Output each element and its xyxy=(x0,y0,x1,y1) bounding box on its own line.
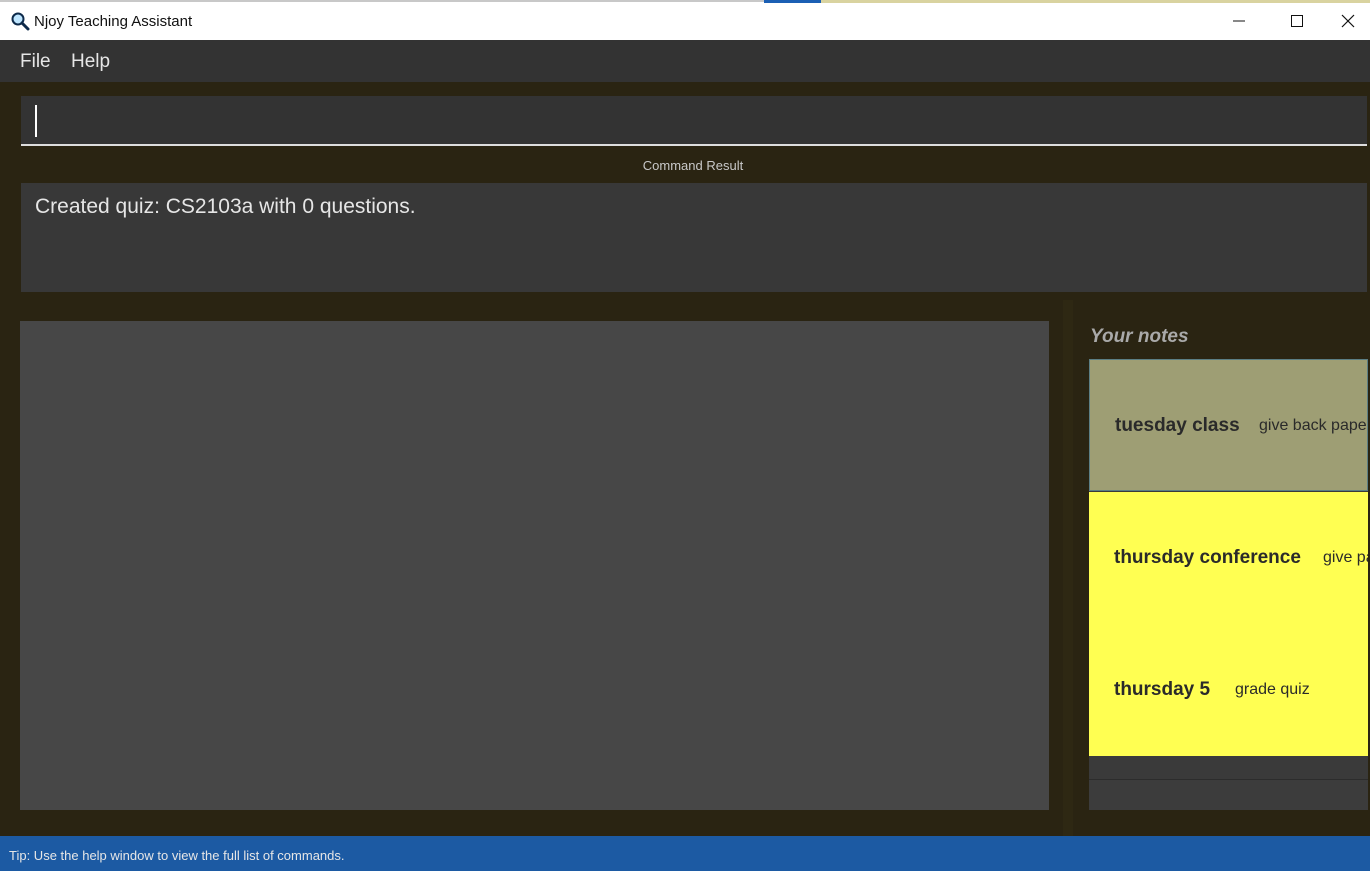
note-title: thursday conference xyxy=(1114,547,1301,568)
minimize-icon xyxy=(1233,20,1245,22)
close-button[interactable] xyxy=(1326,2,1370,40)
panel-divider xyxy=(1063,300,1073,836)
taskbar-accent xyxy=(764,0,821,3)
notes-heading: Your notes xyxy=(1090,326,1189,347)
menu-file[interactable]: File xyxy=(20,51,51,73)
status-bar: Tip: Use the help window to view the ful… xyxy=(0,836,1370,871)
app-icon xyxy=(10,11,30,31)
maximize-button[interactable] xyxy=(1268,2,1326,40)
note-body: give back papers xyxy=(1259,417,1368,434)
command-input[interactable] xyxy=(21,96,1367,146)
menu-bar: File Help xyxy=(0,40,1370,82)
note-body: give papers xyxy=(1323,549,1368,566)
notes-horizontal-scrollbar[interactable] xyxy=(1089,779,1368,810)
note-title: thursday 5 xyxy=(1114,679,1211,700)
note-card[interactable]: tuesday class give back papers xyxy=(1089,359,1368,491)
window-title: Njoy Teaching Assistant xyxy=(34,13,193,30)
main-display-panel xyxy=(20,321,1049,810)
text-caret xyxy=(35,105,37,137)
menu-help[interactable]: Help xyxy=(71,51,110,73)
command-result-label: Command Result xyxy=(642,158,744,173)
maximize-icon xyxy=(1291,15,1303,27)
note-body: grade quiz xyxy=(1235,681,1310,698)
command-result-text: Created quiz: CS2103a with 0 questions. xyxy=(35,195,416,218)
command-result-box: Created quiz: CS2103a with 0 questions. xyxy=(21,183,1367,292)
note-title: tuesday class xyxy=(1115,415,1240,436)
minimize-button[interactable] xyxy=(1210,2,1268,40)
status-tip: Tip: Use the help window to view the ful… xyxy=(9,848,345,863)
close-icon xyxy=(1341,14,1355,28)
notes-list[interactable]: tuesday class give back papers thursday … xyxy=(1089,359,1368,810)
title-bar: Njoy Teaching Assistant xyxy=(0,0,1370,40)
note-card[interactable]: thursday conference give papers xyxy=(1089,492,1368,624)
note-card[interactable]: thursday 5 grade quiz xyxy=(1089,624,1368,756)
